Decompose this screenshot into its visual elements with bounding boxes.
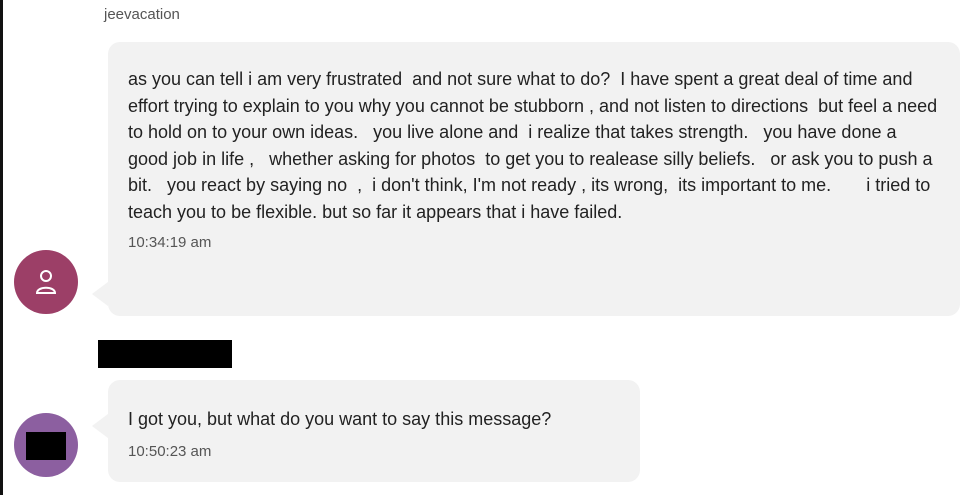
window-border — [0, 0, 3, 495]
recipient-avatar[interactable] — [14, 413, 78, 477]
message-timestamp: 10:34:19 am — [128, 234, 212, 251]
sender-avatar[interactable] — [14, 250, 78, 314]
redacted-avatar — [26, 432, 66, 460]
user-icon — [35, 270, 57, 294]
message-text: I got you, but what do you want to say t… — [128, 409, 552, 429]
redacted-sender-name — [98, 340, 232, 368]
message-bubble: as you can tell i am very frustrated and… — [92, 42, 960, 316]
sender-name: jeevacation — [104, 6, 180, 23]
chat-window: jeevacation as you can tell i am very fr… — [0, 0, 980, 495]
message-bubble: I got you, but what do you want to say t… — [92, 380, 640, 482]
message-timestamp: 10:50:23 am — [128, 442, 212, 460]
message-text: as you can tell i am very frustrated and… — [128, 69, 943, 222]
